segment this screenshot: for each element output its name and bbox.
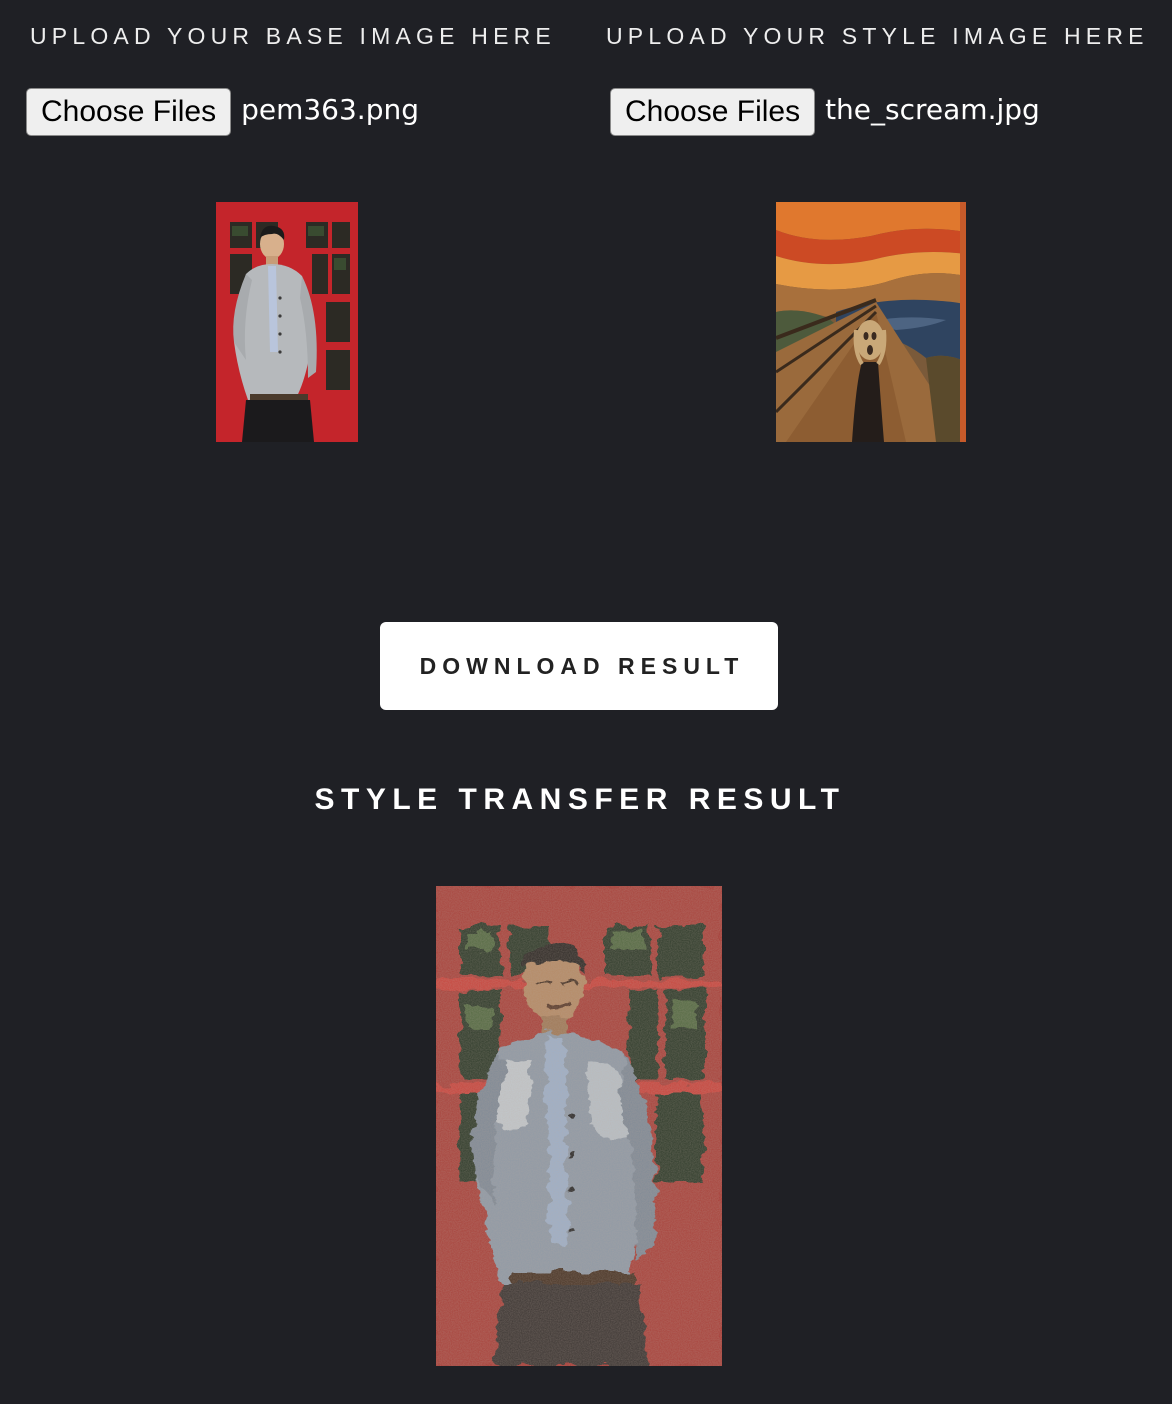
style-choose-files-button[interactable]: Choose Files: [610, 88, 816, 136]
style-file-name: the_scream.jpg: [825, 92, 1040, 126]
style-image-heading: UPLOAD YOUR STYLE IMAGE HERE: [606, 23, 1149, 49]
style-file-input: Choose Files the_scream.jpg: [610, 88, 1040, 136]
base-file-name: pem363.png: [241, 92, 419, 126]
base-file-input: Choose Files pem363.png: [26, 88, 419, 136]
result-image: [436, 886, 722, 1366]
download-result-button[interactable]: DOWNLOAD RESULT: [380, 622, 778, 710]
base-image-preview: [216, 202, 358, 442]
style-image-preview: [776, 202, 966, 442]
result-title: STYLE TRANSFER RESULT: [314, 783, 846, 816]
base-choose-files-button[interactable]: Choose Files: [26, 88, 232, 136]
base-image-heading: UPLOAD YOUR BASE IMAGE HERE: [30, 23, 556, 49]
